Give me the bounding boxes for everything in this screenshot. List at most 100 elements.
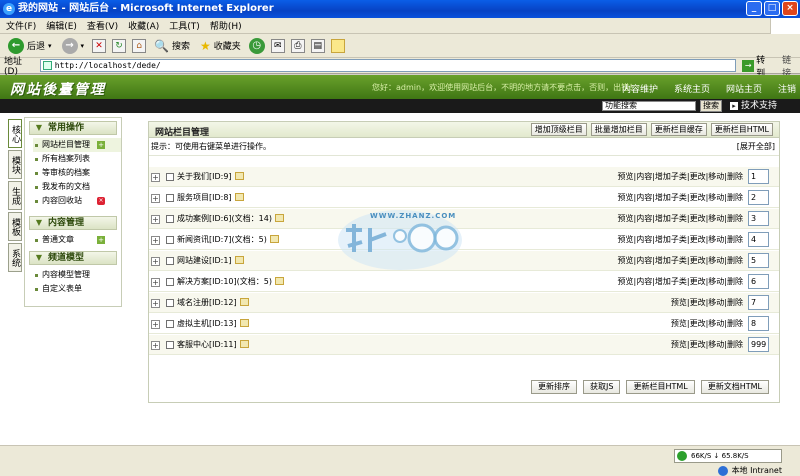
sidebar-item-my-docs[interactable]: 我发布的文档: [33, 180, 121, 194]
category-name[interactable]: 虚拟主机[ID:13]: [177, 318, 249, 330]
category-checkbox[interactable]: [166, 278, 174, 286]
category-name[interactable]: 成功案例[ID:6](文档：14): [177, 213, 284, 225]
nav-system-home[interactable]: 系统主页: [674, 82, 710, 95]
history-icon[interactable]: ◷: [248, 37, 265, 54]
sort-order-input[interactable]: 2: [748, 190, 769, 205]
expand-plus-icon[interactable]: +: [151, 299, 160, 308]
category-actions[interactable]: 预览|内容|增加子类|更改|移动|删除: [618, 234, 743, 246]
nav-site-home[interactable]: 网站主页: [726, 82, 762, 95]
menu-view[interactable]: 查看(V): [87, 19, 118, 32]
get-js-button[interactable]: 获取JS: [583, 380, 621, 394]
category-checkbox[interactable]: [166, 299, 174, 307]
category-actions-text[interactable]: 预览|更改|移动|删除: [671, 319, 743, 328]
edit-note-icon[interactable]: [234, 256, 244, 264]
category-actions-text[interactable]: 预览|内容|增加子类|更改|移动|删除: [618, 235, 743, 244]
edit-note-icon[interactable]: [269, 235, 279, 243]
vtab-core[interactable]: 核心: [8, 119, 22, 148]
search-button[interactable]: 🔍 搜索: [152, 36, 192, 56]
expand-plus-icon[interactable]: +: [151, 320, 160, 329]
expand-plus-icon[interactable]: +: [151, 341, 160, 350]
category-actions-text[interactable]: 预览|内容|增加子类|更改|移动|删除: [618, 214, 743, 223]
vtab-generate[interactable]: 生成: [8, 181, 22, 210]
edit-note-icon[interactable]: [274, 277, 284, 285]
category-actions[interactable]: 预览|内容|增加子类|更改|移动|删除: [618, 192, 743, 204]
sidebar-item-article[interactable]: 普通文章 +: [33, 233, 121, 247]
category-checkbox[interactable]: [166, 236, 174, 244]
sort-order-input[interactable]: 999: [748, 337, 769, 352]
category-actions-text[interactable]: 预览|更改|移动|删除: [671, 340, 743, 349]
refresh-icon[interactable]: ↻: [112, 38, 127, 53]
menu-file[interactable]: 文件(F): [6, 19, 36, 32]
sidebar-item-recycle[interactable]: 内容回收站 ×: [33, 194, 121, 208]
category-name[interactable]: 服务项目[ID:8]: [177, 192, 244, 204]
update-document-html-button[interactable]: 更新文档HTML: [700, 380, 769, 394]
group-header-channel[interactable]: ▼ 频道模型: [29, 251, 117, 265]
function-search-input[interactable]: 功能搜索: [602, 101, 696, 111]
favorites-button[interactable]: ★ 收藏夹: [198, 36, 243, 56]
category-name[interactable]: 网站建设[ID:1]: [177, 255, 244, 267]
menu-edit[interactable]: 编辑(E): [46, 19, 77, 32]
maximize-button[interactable]: □: [764, 1, 780, 16]
sort-order-input[interactable]: 4: [748, 232, 769, 247]
add-icon[interactable]: +: [97, 236, 105, 244]
category-name[interactable]: 客服中心[ID:11]: [177, 339, 249, 351]
close-button[interactable]: ×: [782, 1, 798, 16]
edit-note-icon[interactable]: [234, 193, 244, 201]
category-actions[interactable]: 预览|内容|增加子类|更改|移动|删除: [618, 276, 743, 288]
forward-button[interactable]: → ▾: [60, 36, 87, 56]
sort-order-input[interactable]: 6: [748, 274, 769, 289]
print-icon[interactable]: ⎙: [290, 38, 305, 53]
category-actions-text[interactable]: 预览|内容|增加子类|更改|移动|删除: [618, 277, 743, 286]
expand-plus-icon[interactable]: +: [151, 194, 160, 203]
category-name[interactable]: 解决方案[ID:10](文档：5): [177, 276, 284, 288]
update-order-button[interactable]: 更新排序: [531, 380, 578, 394]
group-header-common[interactable]: ▼ 常用操作: [29, 121, 117, 135]
sort-order-input[interactable]: 1: [748, 169, 769, 184]
category-name[interactable]: 新闻资讯[ID:7](文档：5): [177, 234, 279, 246]
nav-content-maintain[interactable]: 内容维护: [622, 82, 658, 95]
nav-logout[interactable]: 注销: [778, 82, 796, 95]
category-checkbox[interactable]: [166, 341, 174, 349]
edit-note-icon[interactable]: [274, 214, 284, 222]
delete-icon[interactable]: ×: [97, 197, 105, 205]
category-actions-text[interactable]: 预览|内容|增加子类|更改|移动|删除: [618, 193, 743, 202]
vtab-template[interactable]: 模板: [8, 212, 22, 241]
category-checkbox[interactable]: [166, 173, 174, 181]
edit-note-icon[interactable]: [234, 172, 244, 180]
home-icon[interactable]: ⌂: [132, 38, 147, 53]
sidebar-item-pending[interactable]: 等审核的档案: [33, 166, 121, 180]
expand-plus-icon[interactable]: +: [151, 236, 160, 245]
category-actions[interactable]: 预览|更改|移动|删除: [671, 318, 743, 330]
category-checkbox[interactable]: [166, 215, 174, 223]
category-checkbox[interactable]: [166, 194, 174, 202]
update-category-html-button[interactable]: 更新栏目HTML: [710, 123, 773, 136]
sidebar-item-category-manage[interactable]: 网站栏目管理 +: [33, 138, 121, 152]
vtab-system[interactable]: 系统: [8, 243, 22, 272]
category-actions[interactable]: 预览|更改|移动|删除: [671, 297, 743, 309]
sort-order-input[interactable]: 7: [748, 295, 769, 310]
category-actions[interactable]: 预览|内容|增加子类|更改|移动|删除: [618, 171, 743, 183]
edit-note-icon[interactable]: [239, 298, 249, 306]
category-checkbox[interactable]: [166, 320, 174, 328]
sort-order-input[interactable]: 5: [748, 253, 769, 268]
category-name[interactable]: 关于我们[ID:9]: [177, 171, 244, 183]
sidebar-item-content-model[interactable]: 内容模型管理: [33, 268, 121, 282]
edit-icon[interactable]: ▤: [310, 38, 325, 53]
add-top-category-button[interactable]: 增加顶级栏目: [530, 123, 587, 136]
menu-tools[interactable]: 工具(T): [169, 19, 200, 32]
expand-plus-icon[interactable]: +: [151, 215, 160, 224]
batch-add-category-button[interactable]: 批量增加栏目: [590, 123, 647, 136]
sidebar-item-custom-form[interactable]: 自定义表单: [33, 282, 121, 296]
update-category-cache-button[interactable]: 更新栏目缓存: [650, 123, 707, 136]
sort-order-input[interactable]: 8: [748, 316, 769, 331]
category-name[interactable]: 域名注册[ID:12]: [177, 297, 249, 309]
update-column-html-button[interactable]: 更新栏目HTML: [626, 380, 695, 394]
stop-icon[interactable]: ✕: [92, 38, 107, 53]
menu-help[interactable]: 帮助(H): [210, 19, 242, 32]
sidebar-item-all-archives[interactable]: 所有档案列表: [33, 152, 121, 166]
function-search-button[interactable]: 搜索: [700, 100, 722, 112]
back-button[interactable]: ← 后退 ▾: [6, 36, 54, 56]
expand-plus-icon[interactable]: +: [151, 278, 160, 287]
category-actions[interactable]: 预览|更改|移动|删除: [671, 339, 743, 351]
expand-plus-icon[interactable]: +: [151, 257, 160, 266]
